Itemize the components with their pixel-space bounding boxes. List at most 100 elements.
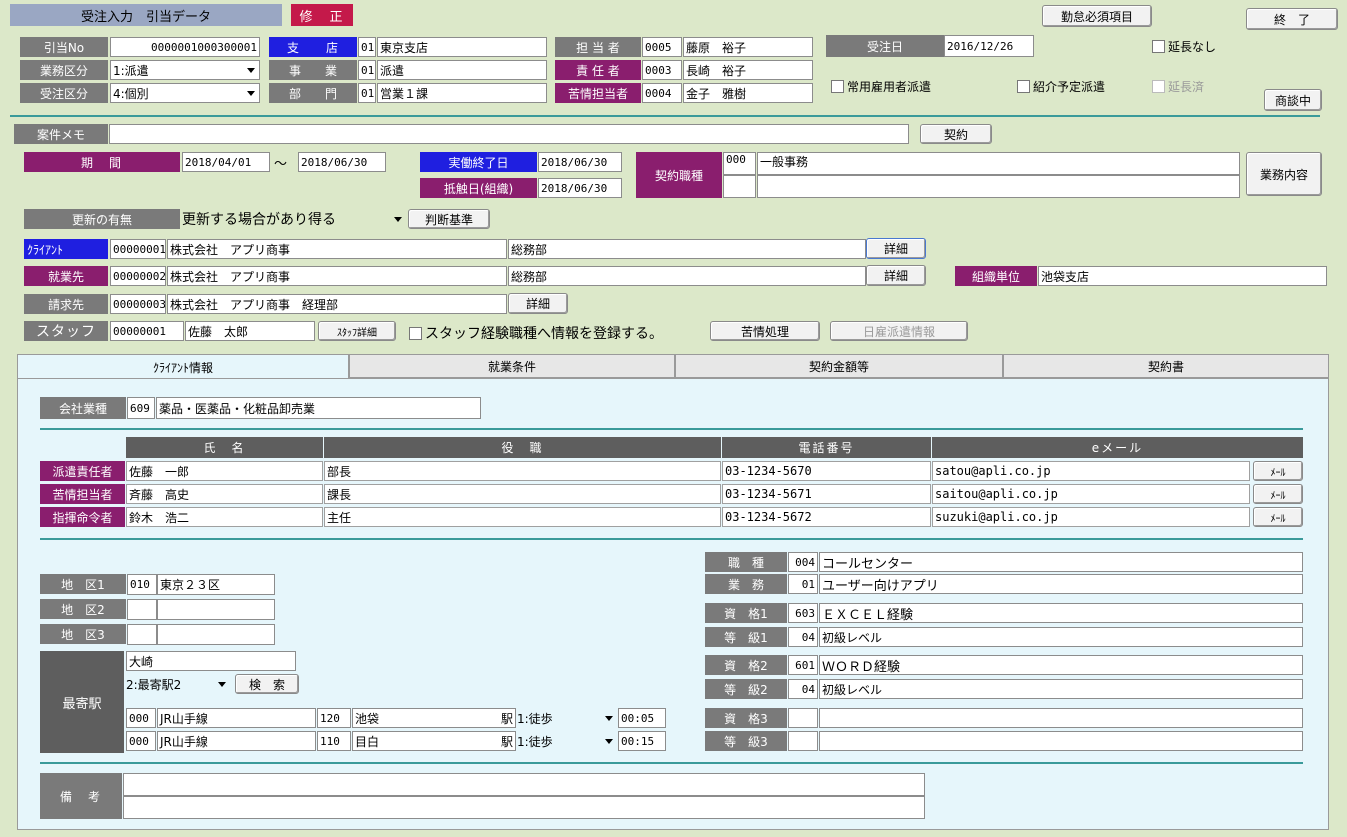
- juchu-kubun-select[interactable]: 4:個別: [110, 83, 260, 103]
- jitsudo-field[interactable]: 2018/06/30: [538, 152, 622, 172]
- shodan-button[interactable]: 商談中: [1264, 89, 1322, 111]
- handan-kijun-button[interactable]: 判断基準: [408, 209, 490, 229]
- g3-code[interactable]: [788, 731, 818, 751]
- shiten-code[interactable]: 01: [358, 37, 376, 57]
- required-items-button[interactable]: 勤怠必須項目: [1042, 5, 1152, 27]
- tab-keiyakusho[interactable]: 契約書: [1003, 354, 1329, 378]
- jitsudo-label: 実働終了日: [420, 152, 537, 172]
- tab-shugyo-joken[interactable]: 就業条件: [349, 354, 675, 378]
- station-select[interactable]: 2:最寄駅2: [126, 674, 230, 694]
- access-select[interactable]: 1:徒歩: [517, 708, 617, 728]
- juchubi-label: 受注日: [826, 35, 944, 57]
- sekinin-label: 責 任 者: [555, 60, 641, 80]
- joyo-checkbox[interactable]: 常用雇用者派遣: [831, 78, 931, 95]
- biko-input-1[interactable]: [123, 773, 925, 796]
- encho-nashi-checkbox[interactable]: 延長なし: [1152, 38, 1216, 55]
- contact-title[interactable]: 部長: [324, 461, 721, 481]
- jigyo-code[interactable]: 01: [358, 60, 376, 80]
- kujo-shori-button[interactable]: 苦情処理: [710, 321, 820, 341]
- tab-keiyaku-kingaku[interactable]: 契約金額等: [675, 354, 1003, 378]
- access-select[interactable]: 1:徒歩: [517, 731, 617, 751]
- staff-register-label: スタッフ経験職種へ情報を登録する。: [425, 326, 663, 342]
- tab-client-info[interactable]: ｸﾗｲｱﾝﾄ情報: [17, 354, 349, 379]
- seikyu-detail-button[interactable]: 詳細: [508, 293, 568, 314]
- shokai-checkbox[interactable]: 紹介予定派遣: [1017, 78, 1105, 95]
- shugyo-dept: 総務部: [508, 266, 866, 286]
- section-divider: [40, 538, 1303, 540]
- staff-code[interactable]: 00000001: [110, 321, 184, 341]
- contact-title[interactable]: 主任: [324, 507, 721, 527]
- section-divider: [10, 115, 1320, 117]
- client-code[interactable]: 00000001: [110, 239, 166, 259]
- station-name[interactable]: 大崎: [126, 651, 296, 671]
- exit-button[interactable]: 終 了: [1246, 8, 1338, 30]
- contact-name[interactable]: 斉藤 高史: [126, 484, 323, 504]
- period-from[interactable]: 2018/04/01: [182, 152, 270, 172]
- line-code[interactable]: 000: [126, 708, 156, 728]
- mail-button[interactable]: ﾒｰﾙ: [1253, 461, 1303, 481]
- soshiki-field[interactable]: 池袋支店: [1038, 266, 1327, 286]
- q1-label: 資 格1: [705, 603, 787, 623]
- access-time[interactable]: 00:05: [618, 708, 666, 728]
- tanto-code[interactable]: 0005: [642, 37, 682, 57]
- station-label: 最寄駅: [40, 651, 124, 753]
- joyo-label: 常用雇用者派遣: [847, 80, 932, 94]
- kujo-tanto-code[interactable]: 0004: [642, 83, 682, 103]
- job-gyomu-code[interactable]: 01: [788, 574, 818, 594]
- sekinin-code[interactable]: 0003: [642, 60, 682, 80]
- col-email: eメール: [932, 437, 1303, 458]
- line-code[interactable]: 000: [126, 731, 156, 751]
- juchubi-field[interactable]: 2016/12/26: [944, 35, 1034, 57]
- teishoku-field[interactable]: 2018/06/30: [538, 178, 622, 198]
- station-search-button[interactable]: 検 索: [235, 674, 299, 694]
- q3-code[interactable]: [788, 708, 818, 728]
- client-detail-button[interactable]: 詳細: [866, 238, 926, 259]
- staff-detail-button[interactable]: ｽﾀｯﾌ詳細: [318, 321, 396, 341]
- area2-code[interactable]: [127, 599, 157, 620]
- contact-tel[interactable]: 03-1234-5671: [722, 484, 931, 504]
- role-label: 苦情担当者: [40, 484, 125, 504]
- keiyaku-shokushu-code[interactable]: 000: [723, 152, 756, 175]
- g1-code[interactable]: 04: [788, 627, 818, 647]
- shugyo-detail-button[interactable]: 詳細: [866, 265, 926, 286]
- keiyaku-button[interactable]: 契約: [920, 124, 992, 144]
- mode-badge: 修 正: [291, 4, 353, 26]
- bumon-code[interactable]: 01: [358, 83, 376, 103]
- contact-email[interactable]: suzuki@apli.co.jp: [932, 507, 1250, 527]
- area3-code[interactable]: [127, 624, 157, 645]
- mail-button[interactable]: ﾒｰﾙ: [1253, 484, 1303, 504]
- shiten-label: 支 店: [269, 37, 357, 57]
- contact-name[interactable]: 佐藤 一郎: [126, 461, 323, 481]
- access-time[interactable]: 00:15: [618, 731, 666, 751]
- q2-code[interactable]: 601: [788, 655, 818, 675]
- job-shokushu-code[interactable]: 004: [788, 552, 818, 572]
- gyomu-kubun-select[interactable]: 1:派遣: [110, 60, 260, 80]
- shugyo-code[interactable]: 00000002: [110, 266, 166, 286]
- contact-name[interactable]: 鈴木 浩二: [126, 507, 323, 527]
- contact-tel[interactable]: 03-1234-5672: [722, 507, 931, 527]
- seikyu-code[interactable]: 00000003: [110, 294, 166, 314]
- g1-name: 初級レベル: [819, 627, 1303, 647]
- contact-title[interactable]: 課長: [324, 484, 721, 504]
- client-name: 株式会社 アプリ商事: [167, 239, 507, 259]
- staff-label: スタッフ: [24, 321, 108, 341]
- contact-email[interactable]: satou@apli.co.jp: [932, 461, 1250, 481]
- station-code[interactable]: 120: [317, 708, 351, 728]
- biko-input-2[interactable]: [123, 796, 925, 819]
- hikiate-no-field[interactable]: 0000001000300001: [110, 37, 260, 57]
- staff-register-checkbox[interactable]: スタッフ経験職種へ情報を登録する。: [409, 323, 663, 343]
- q1-code[interactable]: 603: [788, 603, 818, 623]
- memo-input[interactable]: [109, 124, 909, 144]
- gyomu-naiyo-button[interactable]: 業務内容: [1246, 152, 1322, 196]
- col-title: 役 職: [324, 437, 721, 458]
- station-code[interactable]: 110: [317, 731, 351, 751]
- keiyaku-shokushu-code-2[interactable]: [723, 175, 756, 198]
- g2-code[interactable]: 04: [788, 679, 818, 699]
- mail-button[interactable]: ﾒｰﾙ: [1253, 507, 1303, 527]
- period-to[interactable]: 2018/06/30: [298, 152, 386, 172]
- renewal-select[interactable]: 更新する場合があり得る: [182, 209, 406, 229]
- area1-code[interactable]: 010: [127, 574, 157, 595]
- contact-email[interactable]: saitou@apli.co.jp: [932, 484, 1250, 504]
- industry-code[interactable]: 609: [127, 397, 155, 419]
- contact-tel[interactable]: 03-1234-5670: [722, 461, 931, 481]
